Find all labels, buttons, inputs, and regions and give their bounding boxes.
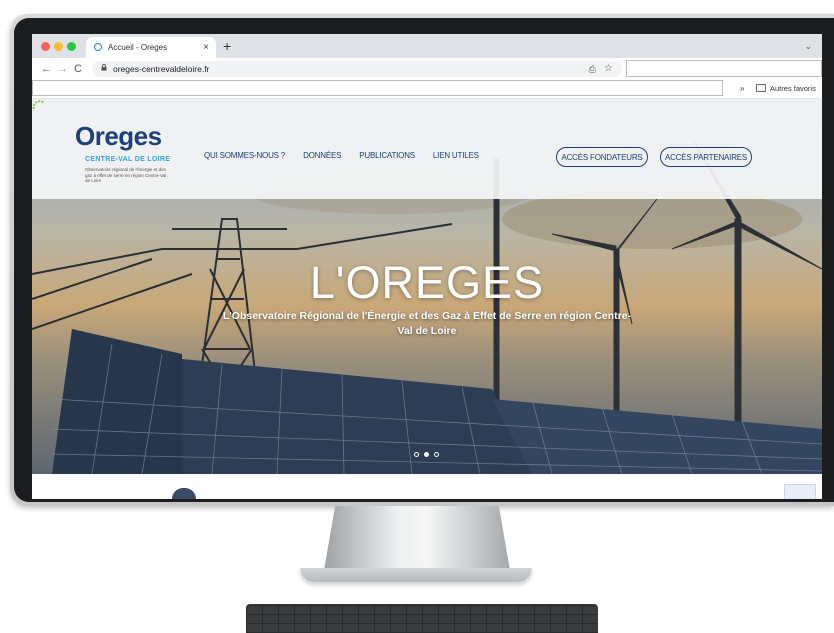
menu-item-qui-sommes-nous[interactable]: QUI SOMMES-NOUS ? xyxy=(204,151,285,160)
logo-subtitle: CENTRE-VAL DE LOIRE xyxy=(85,156,171,163)
tab-search-icon[interactable]: ⌄ xyxy=(804,38,812,54)
slider-dot-1[interactable] xyxy=(414,452,419,457)
content-section xyxy=(32,474,822,499)
content-image xyxy=(172,488,196,499)
share-icon[interactable]: ⎙ xyxy=(589,61,596,77)
close-window-button[interactable] xyxy=(41,42,50,51)
tab-accueil[interactable]: Accueil - Oreges × xyxy=(86,37,216,58)
url-text: oreges-centrevaldeloire.fr xyxy=(113,64,210,74)
bookmarks-more-icon[interactable]: » xyxy=(740,80,744,97)
menu-item-liens-utiles[interactable]: LIEN UTILES xyxy=(433,151,479,160)
bookmarks-field[interactable] xyxy=(32,80,723,96)
site-logo[interactable]: Oreges xyxy=(75,121,162,152)
slider-dot-2[interactable] xyxy=(424,452,429,457)
monitor-base xyxy=(300,568,532,582)
menu-item-publications[interactable]: PUBLICATIONS xyxy=(359,151,415,160)
slider-dot-3[interactable] xyxy=(434,452,439,457)
forward-button[interactable]: → xyxy=(57,61,68,77)
hero-subtitle: L'Observatoire Régional de l'Énergie et … xyxy=(222,310,632,337)
site-header: Oreges CENTRE-VAL DE LOIRE Observatoire … xyxy=(32,99,822,199)
url-input[interactable]: oreges-centrevaldeloire.fr ⎙ ☆ xyxy=(92,61,622,77)
monitor: Accueil - Oreges × + ⌄ ← → C oreges-cent… xyxy=(10,14,834,506)
maximize-window-button[interactable] xyxy=(67,42,76,51)
web-page: Oreges CENTRE-VAL DE LOIRE Observatoire … xyxy=(32,99,822,499)
hero-banner: Oreges CENTRE-VAL DE LOIRE Observatoire … xyxy=(32,99,822,474)
founders-access-button[interactable]: ACCÈS FONDATEURS xyxy=(556,147,648,167)
tab-title: Accueil - Oreges xyxy=(108,43,168,52)
tab-bar: Accueil - Oreges × + ⌄ xyxy=(32,34,822,58)
tab-close-icon[interactable]: × xyxy=(203,37,209,58)
menu-item-donnees[interactable]: DONNÉES xyxy=(303,151,341,160)
browser-window: Accueil - Oreges × + ⌄ ← → C oreges-cent… xyxy=(32,34,822,499)
extension-field[interactable] xyxy=(626,60,822,77)
bookmarks-bar: » Autres favoris xyxy=(32,80,822,99)
oreges-logo-icon xyxy=(32,100,45,110)
hero-title: L'OREGES xyxy=(309,257,545,308)
reload-button[interactable]: C xyxy=(74,61,82,77)
logo-description: Observatoire régional de l'énergie et de… xyxy=(85,167,167,184)
folder-icon xyxy=(756,84,766,92)
keyboard xyxy=(246,604,598,633)
main-menu: QUI SOMMES-NOUS ? DONNÉES PUBLICATIONS L… xyxy=(204,151,479,160)
back-button[interactable]: ← xyxy=(41,61,52,77)
partners-access-button[interactable]: ACCÈS PARTENAIRES xyxy=(660,147,752,167)
monitor-stand xyxy=(324,506,510,570)
new-tab-button[interactable]: + xyxy=(223,36,231,56)
other-bookmarks-link[interactable]: Autres favoris xyxy=(770,80,816,97)
lock-icon xyxy=(101,64,107,71)
content-card[interactable] xyxy=(784,484,816,499)
address-bar-row: ← → C oreges-centrevaldeloire.fr ⎙ ☆ xyxy=(32,58,822,81)
minimize-window-button[interactable] xyxy=(54,42,63,51)
favicon-icon xyxy=(94,43,102,51)
bookmark-star-icon[interactable]: ☆ xyxy=(604,61,613,77)
slider-pagination xyxy=(414,452,439,457)
